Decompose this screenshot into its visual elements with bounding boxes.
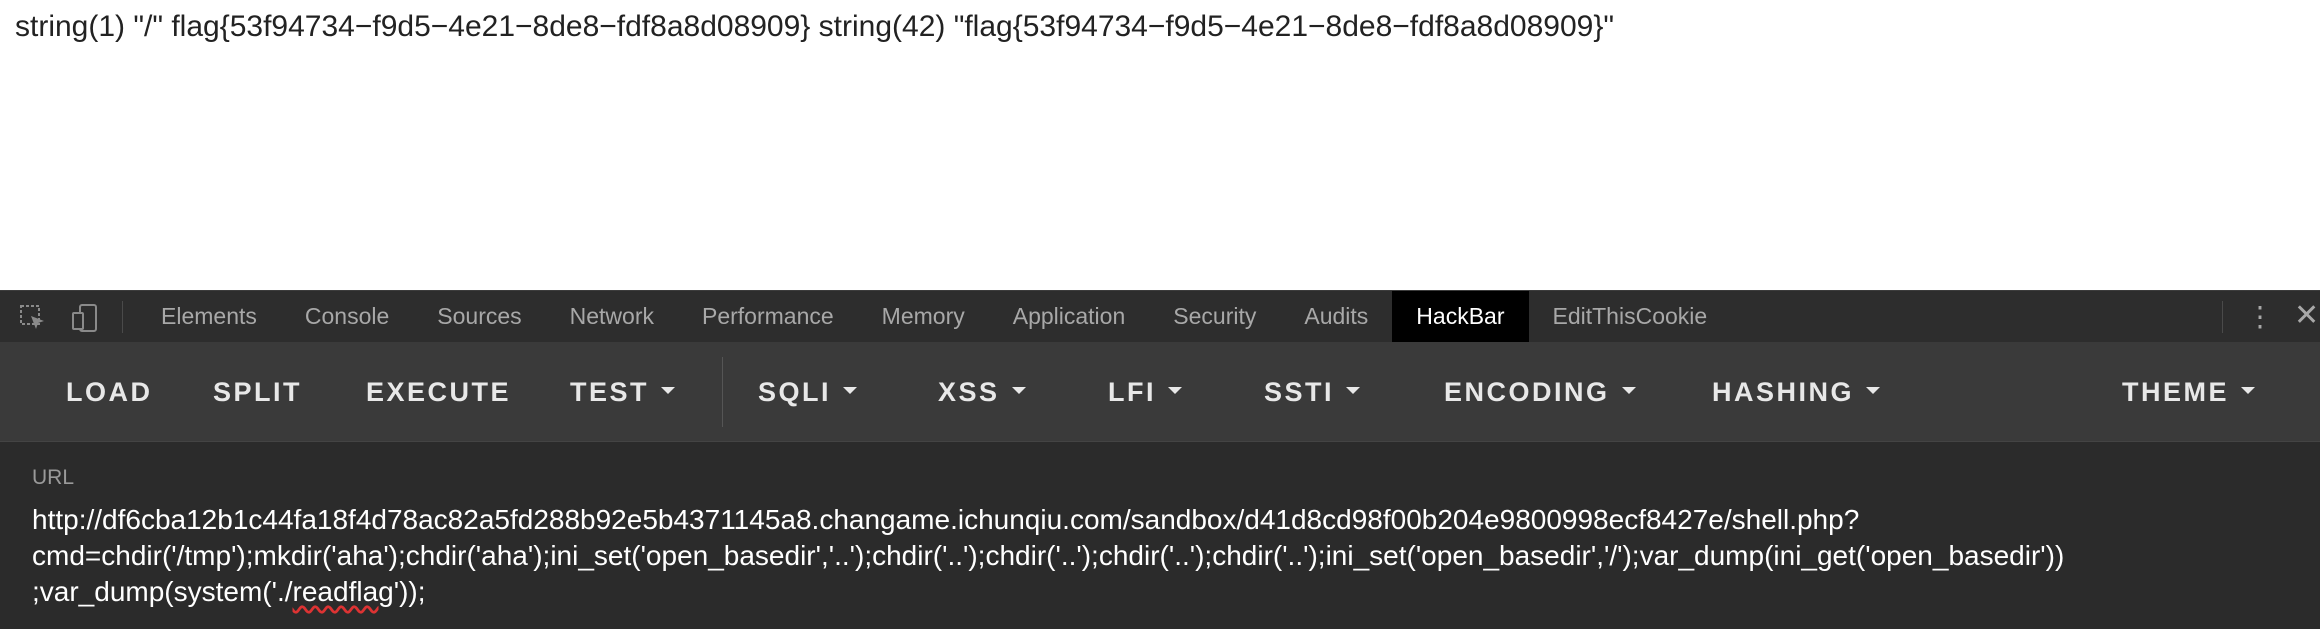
hashing-dropdown-label: HASHING xyxy=(1712,377,1855,407)
tab-performance[interactable]: Performance xyxy=(678,291,858,342)
tab-memory[interactable]: Memory xyxy=(858,291,989,342)
spellcheck-word: readflag xyxy=(292,576,394,607)
encoding-dropdown[interactable]: ENCODING xyxy=(1444,343,1636,441)
chevron-down-icon xyxy=(1168,387,1182,395)
page-output-text: string(1) "/" flag{53f94734−f9d5−4e21−8d… xyxy=(15,10,1614,43)
test-dropdown[interactable]: TEST xyxy=(570,343,676,441)
split-button-label: SPLIT xyxy=(213,377,303,407)
url-textarea[interactable]: http://df6cba12b1c44fa18f4d78ac82a5fd288… xyxy=(32,502,2317,610)
tab-sources[interactable]: Sources xyxy=(413,291,545,342)
devtools-panel: Elements Console Sources Network Perform… xyxy=(0,290,2320,629)
sqli-dropdown[interactable]: SQLI xyxy=(758,343,858,441)
devtools-tabbar: Elements Console Sources Network Perform… xyxy=(0,291,2320,343)
execute-button[interactable]: EXECUTE xyxy=(366,343,511,441)
inspect-element-icon[interactable] xyxy=(18,303,48,333)
theme-dropdown[interactable]: THEME xyxy=(2122,343,2255,441)
close-icon[interactable]: ✕ xyxy=(2294,300,2319,332)
execute-button-label: EXECUTE xyxy=(366,377,512,407)
load-button[interactable]: LOAD xyxy=(66,343,153,441)
chevron-down-icon xyxy=(661,387,676,395)
chevron-down-icon xyxy=(843,387,858,395)
url-panel: URL http://df6cba12b1c44fa18f4d78ac82a5f… xyxy=(0,442,2320,629)
ssti-dropdown-label: SSTI xyxy=(1264,377,1335,407)
sqli-dropdown-label: SQLI xyxy=(758,377,832,407)
chevron-down-icon xyxy=(1346,387,1361,395)
tabbar-divider xyxy=(2222,301,2223,333)
devtools-tabs: Elements Console Sources Network Perform… xyxy=(137,291,1731,342)
tab-elements[interactable]: Elements xyxy=(137,291,281,342)
toolbar-divider xyxy=(122,301,123,333)
test-dropdown-label: TEST xyxy=(570,377,650,407)
xss-dropdown[interactable]: XSS xyxy=(938,343,1026,441)
url-label: URL xyxy=(32,466,75,489)
lfi-dropdown[interactable]: LFI xyxy=(1108,343,1182,441)
tab-editthiscookie[interactable]: EditThisCookie xyxy=(1529,291,1732,342)
tab-audits[interactable]: Audits xyxy=(1280,291,1392,342)
url-line-1: http://df6cba12b1c44fa18f4d78ac82a5fd288… xyxy=(32,504,1860,535)
more-options-icon[interactable]: ⋮ xyxy=(2245,301,2275,333)
device-toolbar-icon[interactable] xyxy=(70,303,100,333)
xss-dropdown-label: XSS xyxy=(938,377,1000,407)
tab-console[interactable]: Console xyxy=(281,291,413,342)
url-line-3-end: ')); xyxy=(393,576,426,607)
tab-network[interactable]: Network xyxy=(546,291,678,342)
tab-security[interactable]: Security xyxy=(1149,291,1280,342)
ssti-dropdown[interactable]: SSTI xyxy=(1264,343,1361,441)
load-button-label: LOAD xyxy=(66,377,153,407)
hackbar-toolbar: LOAD SPLIT EXECUTE TEST SQLI XSS LFI SST… xyxy=(0,343,2320,442)
split-button[interactable]: SPLIT xyxy=(213,343,302,441)
encoding-dropdown-label: ENCODING xyxy=(1444,377,1610,407)
chevron-down-icon xyxy=(1011,387,1026,395)
theme-dropdown-label: THEME xyxy=(2122,377,2229,407)
hashing-dropdown[interactable]: HASHING xyxy=(1712,343,1881,441)
url-line-2: cmd=chdir('/tmp');mkdir('aha');chdir('ah… xyxy=(32,540,2065,571)
lfi-dropdown-label: LFI xyxy=(1108,377,1156,407)
url-line-3-start: ;var_dump(system('./ xyxy=(32,576,293,607)
tab-hackbar[interactable]: HackBar xyxy=(1392,291,1529,342)
toolbar-separator xyxy=(722,357,723,427)
chevron-down-icon xyxy=(1866,387,1881,395)
chevron-down-icon xyxy=(2241,387,2255,395)
chevron-down-icon xyxy=(1621,387,1636,395)
tab-application[interactable]: Application xyxy=(989,291,1150,342)
